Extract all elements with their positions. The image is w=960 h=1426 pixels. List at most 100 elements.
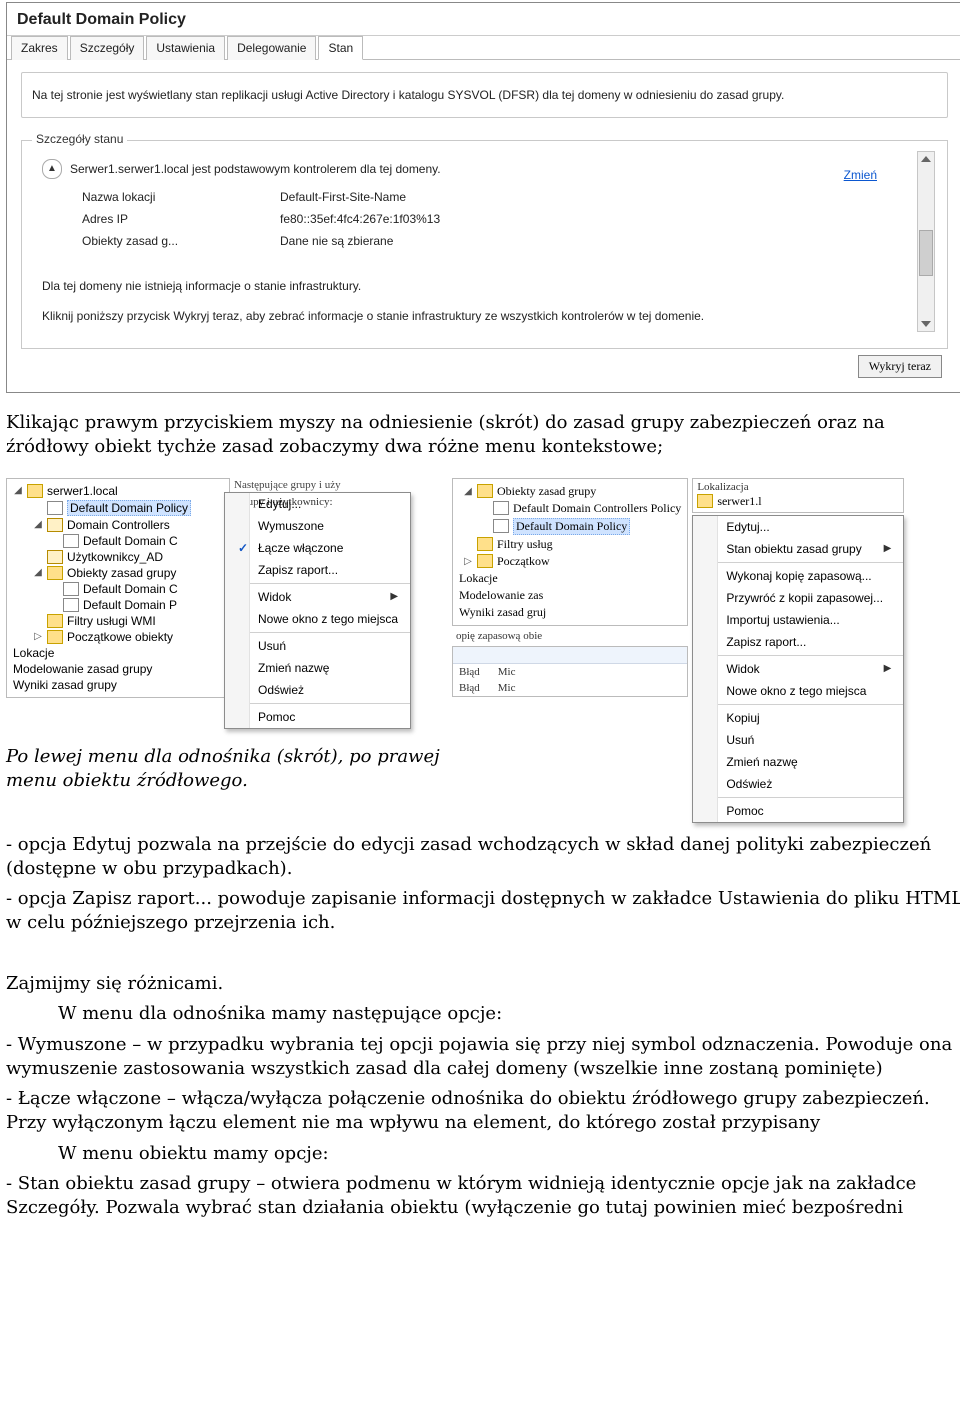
tree-label: Początkowe obiekty — [67, 630, 173, 644]
infra-missing-text: Dla tej domeny nie istnieją informacje o… — [42, 278, 915, 294]
infra-hint-text: Kliknij poniższy przycisk Wykryj teraz, … — [42, 308, 915, 324]
tree-item[interactable]: Default Domain C — [13, 533, 223, 549]
menu-item[interactable]: Zmień nazwę — [250, 657, 410, 679]
menu-item[interactable]: Widok▶ — [718, 658, 903, 680]
menu-item[interactable]: Nowe okno z tego miejsca — [250, 608, 410, 630]
screenshots-row: ◢serwer1.local Default Domain Policy◢Dom… — [6, 478, 960, 823]
menu-item[interactable]: Zapisz raport... — [718, 631, 903, 653]
tree-label: Default Domain P — [83, 598, 177, 612]
kv-value: Dane nie są zbierane — [280, 233, 915, 249]
body-paragraph — [6, 942, 960, 966]
tree-item[interactable]: Użytkownikcy_AD — [13, 549, 223, 565]
tree-item[interactable]: Filtry usługi WMI — [13, 613, 223, 629]
tree-item[interactable]: Wyniki zasad grupy — [13, 677, 223, 693]
group-legend: Szczegóły stanu — [32, 131, 127, 147]
tree-item[interactable]: Modelowanie zas — [459, 587, 681, 604]
tree-item[interactable]: Default Domain C — [13, 581, 223, 597]
menu-item[interactable]: Importuj ustawienia... — [718, 609, 903, 631]
panel-title: Default Domain Policy — [7, 3, 960, 36]
menu-item[interactable]: Pomoc — [718, 800, 903, 822]
tree-item[interactable]: ▷Początkowe obiekty — [13, 629, 223, 645]
menu-item[interactable]: Usuń — [718, 729, 903, 751]
ou-icon — [47, 518, 63, 532]
tree-label: Default Domain Policy — [513, 518, 630, 535]
tree-item[interactable]: Default Domain Policy — [13, 499, 223, 517]
tree-item[interactable]: Default Domain Policy — [459, 517, 681, 536]
domain-icon — [697, 494, 713, 508]
tree-label: Obiekty zasad grupy — [67, 566, 176, 580]
tree-item[interactable]: Filtry usług — [459, 536, 681, 553]
menu-item[interactable]: Edytuj... — [718, 516, 903, 538]
kv-key: Nazwa lokacji — [82, 189, 262, 205]
right-tree: ◢Obiekty zasad grupyDefault Domain Contr… — [452, 478, 688, 626]
menu-item[interactable]: Odśwież — [718, 773, 903, 795]
menu-item[interactable]: ✓Łącze włączone — [250, 537, 410, 559]
submenu-arrow-icon: ▶ — [884, 663, 892, 674]
menu-item[interactable]: Pomoc — [250, 706, 410, 728]
tree-item[interactable]: ▷Początkow — [459, 553, 681, 570]
tab-zakres[interactable]: Zakres — [11, 36, 68, 60]
menu-item[interactable]: Odśwież — [250, 679, 410, 701]
folder-icon — [47, 614, 63, 628]
body-paragraph: W menu dla odnośnika mamy następujące op… — [58, 1002, 960, 1026]
tab-szczegóły[interactable]: Szczegóły — [70, 36, 145, 60]
tree-item[interactable]: Modelowanie zasad grupy — [13, 661, 223, 677]
menu-item[interactable]: Stan obiektu zasad grupy▶ — [718, 538, 903, 560]
tree-item[interactable]: Lokacje — [459, 570, 681, 587]
backup-label: opię zapasową obie — [452, 626, 688, 646]
body-paragraph: - Wymuszone – w przypadku wybrania tej o… — [6, 1033, 960, 1082]
menu-item[interactable]: Wykonaj kopię zapasową... — [718, 565, 903, 587]
tree-root: serwer1.local — [47, 484, 118, 498]
tree-item[interactable]: Default Domain Controllers Policy — [459, 500, 681, 517]
body-paragraph: - Stan obiektu zasad grupy – otwiera pod… — [6, 1172, 960, 1221]
tab-stan[interactable]: Stan — [318, 36, 363, 60]
submenu-arrow-icon: ▶ — [884, 543, 892, 554]
menu-item[interactable]: Widok▶ — [250, 586, 410, 608]
gpo-icon — [63, 534, 79, 548]
menu-item[interactable]: Zapisz raport... — [250, 559, 410, 581]
group-scrollbar[interactable] — [917, 151, 935, 332]
tab-strip: ZakresSzczegółyUstawieniaDelegowanieStan — [7, 35, 960, 60]
folder-icon — [477, 537, 493, 551]
tab-ustawienia[interactable]: Ustawienia — [146, 36, 225, 60]
gpo-icon — [493, 501, 509, 515]
menu-item[interactable]: Zmień nazwę — [718, 751, 903, 773]
result-row: BłądMic — [453, 664, 687, 680]
tree-item[interactable]: Wyniki zasad gruj — [459, 604, 681, 621]
tree-label: Filtry usługi WMI — [67, 614, 156, 628]
folder-icon — [477, 554, 493, 568]
folder-icon — [47, 566, 63, 580]
menu-item[interactable]: Edytuj... — [250, 493, 410, 515]
ou-icon — [47, 550, 63, 564]
menu-item[interactable]: Wymuszone — [250, 515, 410, 537]
left-tree: ◢serwer1.local Default Domain Policy◢Dom… — [6, 478, 230, 698]
collapse-icon[interactable]: ▲ — [42, 159, 62, 179]
body-paragraph: - opcja Edytuj pozwala na przejście do e… — [6, 833, 960, 882]
gpo-icon — [63, 598, 79, 612]
tree-item[interactable]: ◢Domain Controllers — [13, 517, 223, 533]
menu-item[interactable]: Przywróć z kopii zapasowej... — [718, 587, 903, 609]
caption-text: Po lewej menu dla odnośnika (skrót), po … — [6, 745, 446, 794]
tree-label: Default Domain Controllers Policy — [513, 501, 681, 516]
tree-item[interactable]: Lokacje — [13, 645, 223, 661]
kv-value: fe80::35ef:4fc4:267e:1f03%13 — [280, 211, 915, 227]
tree-item[interactable]: ◢Obiekty zasad grupy — [13, 565, 223, 581]
location-value: serwer1.l — [717, 494, 761, 509]
location-box: Lokalizacja serwer1.l — [692, 478, 904, 513]
detect-now-button[interactable]: Wykryj teraz — [858, 355, 942, 378]
submenu-arrow-icon: ▶ — [390, 591, 398, 602]
tree-item[interactable]: ◢Obiekty zasad grupy — [459, 483, 681, 500]
kv-value: Default-First-Site-Name — [280, 189, 915, 205]
tree-label: Obiekty zasad grupy — [497, 484, 596, 499]
tree-item[interactable]: Default Domain P — [13, 597, 223, 613]
menu-item[interactable]: Usuń — [250, 635, 410, 657]
folder-icon — [477, 484, 493, 498]
dc-line: Serwer1.serwer1.local jest podstawowym k… — [70, 161, 441, 177]
location-header: Lokalizacja — [697, 481, 899, 493]
tree-label: Użytkownikcy_AD — [67, 550, 163, 564]
status-description: Na tej stronie jest wyświetlany stan rep… — [21, 72, 948, 118]
tab-delegowanie[interactable]: Delegowanie — [227, 36, 316, 60]
change-link[interactable]: Zmień — [844, 167, 877, 183]
menu-item[interactable]: Kopiuj — [718, 707, 903, 729]
menu-item[interactable]: Nowe okno z tego miejsca — [718, 680, 903, 702]
